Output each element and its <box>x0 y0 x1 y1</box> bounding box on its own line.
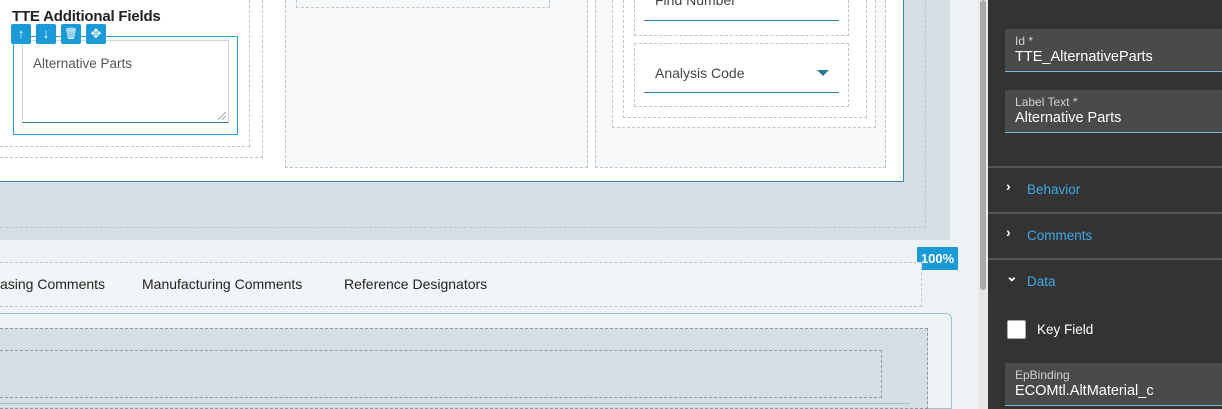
label-text-value: Alternative Parts <box>1015 110 1122 126</box>
separator <box>988 212 1222 214</box>
id-field[interactable]: Id * TTE_AlternativeParts <box>1005 29 1222 72</box>
label-text-label: Label Text * <box>1015 95 1078 109</box>
analysis-code-label: Analysis Code <box>655 65 745 81</box>
chevron-down-icon[interactable] <box>817 70 829 76</box>
alternative-parts-textarea[interactable]: Alternative Parts <box>22 40 229 123</box>
section-data[interactable]: Data <box>1027 274 1056 289</box>
chevron-right-icon[interactable]: › <box>1006 178 1011 194</box>
tab-reference-designators[interactable]: Reference Designators <box>344 276 487 292</box>
epbinding-value: ECOMtl.AltMaterial_c <box>1015 383 1154 399</box>
zoom-badge: 100% <box>917 247 958 270</box>
id-value: TTE_AlternativeParts <box>1015 49 1153 65</box>
label-text-field[interactable]: Label Text * Alternative Parts <box>1005 90 1222 133</box>
separator <box>988 258 1222 260</box>
column-2-drop-zone <box>296 0 550 8</box>
analysis-code-select[interactable]: Analysis Code <box>644 55 839 93</box>
move-up-button[interactable]: ↑ <box>11 24 31 44</box>
key-field-checkbox[interactable] <box>1007 320 1026 339</box>
chevron-right-icon[interactable]: › <box>1006 224 1011 240</box>
chevron-down-icon[interactable]: ⌄ <box>1006 268 1018 285</box>
section-behavior[interactable]: Behavior <box>1027 182 1080 197</box>
tab-manufacturing-comments[interactable]: Manufacturing Comments <box>142 276 302 292</box>
textarea-value: Alternative Parts <box>33 56 133 71</box>
key-field-label: Key Field <box>1037 322 1094 337</box>
section-comments[interactable]: Comments <box>1027 228 1092 243</box>
separator <box>988 166 1222 168</box>
drag-handle-button[interactable]: ✥ <box>86 24 106 44</box>
tab-content-drop-zone <box>0 350 882 398</box>
column-2 <box>285 0 588 168</box>
epbinding-field[interactable]: EpBinding ECOMtl.AltMaterial_c <box>1005 363 1222 406</box>
tab-content-divider <box>0 403 910 404</box>
move-down-button[interactable]: ↓ <box>36 24 56 44</box>
id-label: Id * <box>1015 34 1034 48</box>
epbinding-label: EpBinding <box>1015 368 1070 382</box>
tab-purchasing-comments[interactable]: asing Comments <box>0 276 105 292</box>
find-number-field[interactable]: Find Number <box>644 0 839 21</box>
selected-field-frame[interactable]: Alternative Parts <box>13 36 238 135</box>
resize-grip-icon[interactable] <box>218 112 226 120</box>
canvas-scroll-thumb[interactable] <box>980 0 986 290</box>
find-number-label: Find Number <box>655 0 736 8</box>
delete-button[interactable]: 🗑 <box>61 24 81 44</box>
section-title: TTE Additional Fields <box>12 8 161 25</box>
